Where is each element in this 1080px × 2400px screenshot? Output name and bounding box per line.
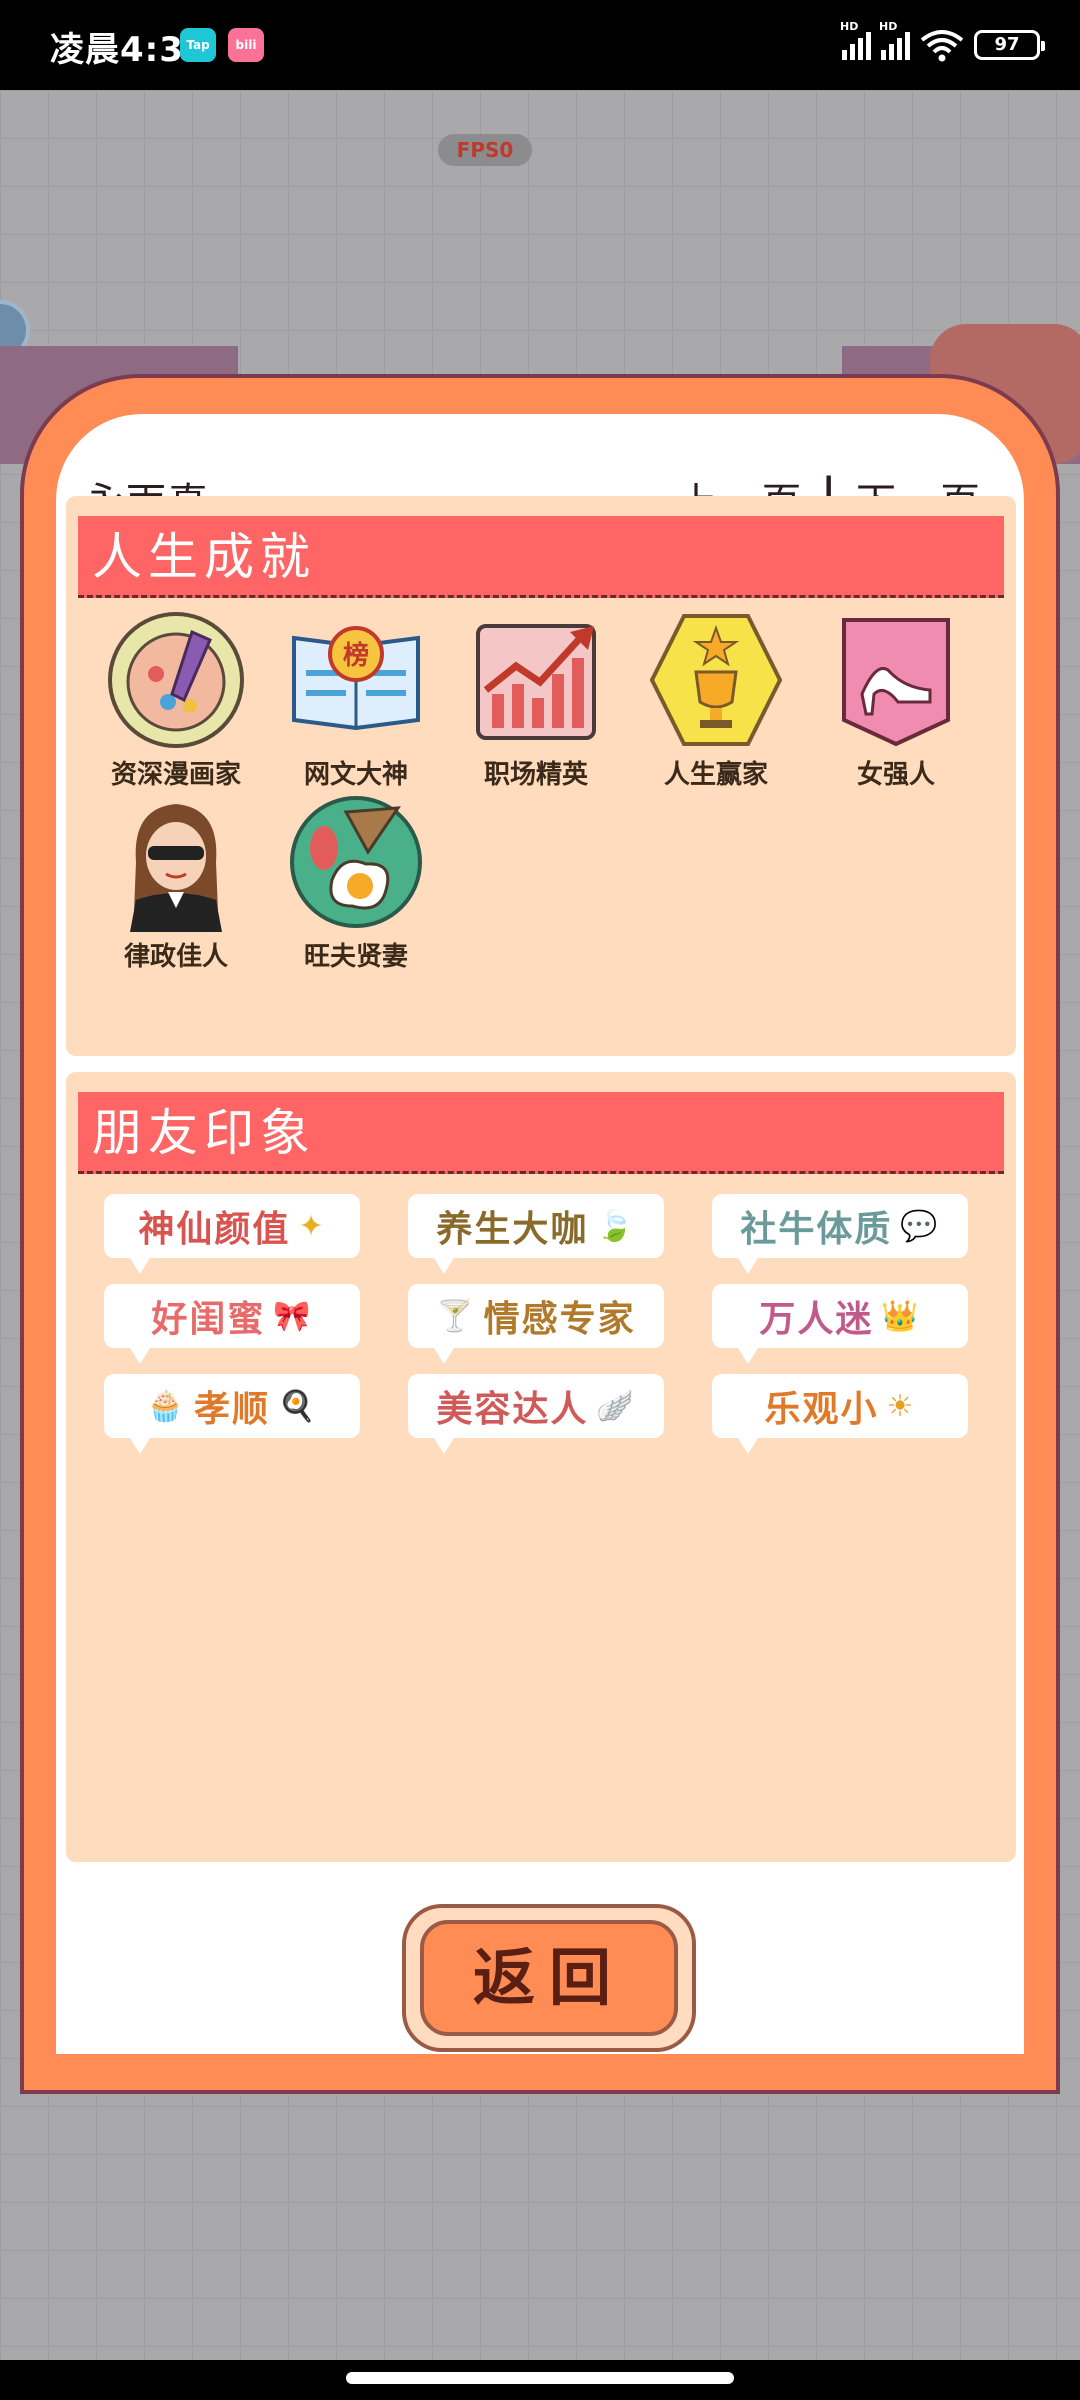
- cupcake-icon: 🧁: [146, 1388, 186, 1424]
- dialog-panel: 永雨真 上一页 | 下一页 人生成就 资深漫画家 榜 网文大神 职场精英 人生赢…: [56, 414, 1024, 2054]
- achievement-item[interactable]: 旺夫贤妻: [276, 792, 436, 973]
- impression-tag: 万人迷 👑: [712, 1284, 968, 1364]
- cocktail-icon: 🍸: [436, 1298, 476, 1334]
- impression-text: 孝顺: [193, 1389, 270, 1430]
- achievement-label: 律政佳人: [123, 942, 228, 972]
- fps-counter: FPS0: [438, 134, 532, 166]
- impression-tag: 神仙颜值 ✦: [104, 1194, 360, 1274]
- back-button[interactable]: 返回: [402, 1904, 696, 2052]
- impression-tag: 乐观小 ☀: [712, 1374, 968, 1454]
- achievement-item[interactable]: 职场精英: [456, 610, 616, 791]
- impression-tag: 🍸 情感专家: [408, 1284, 664, 1364]
- crown-icon: 👑: [881, 1298, 921, 1334]
- speech-bubble-icon: 💬: [900, 1208, 940, 1244]
- signal-icon: HD: [879, 20, 910, 60]
- bilibili-icon: bili: [228, 28, 264, 62]
- impression-text: 美容达人: [436, 1389, 589, 1430]
- wing-icon: 🪽: [596, 1388, 636, 1424]
- achievement-item[interactable]: 资深漫画家: [96, 610, 256, 791]
- impression-text: 神仙颜值: [138, 1209, 291, 1250]
- achievements-section: 人生成就 资深漫画家 榜 网文大神 职场精英 人生赢家 女强人 律政佳人 旺夫贤…: [66, 496, 1016, 1056]
- svg-text:榜: 榜: [343, 640, 369, 671]
- wifi-icon: [920, 30, 964, 62]
- sun-icon: ☀: [886, 1388, 916, 1424]
- high-heel-icon: [842, 618, 950, 747]
- achievement-label: 女强人: [856, 760, 935, 790]
- impression-text: 万人迷: [759, 1299, 874, 1340]
- trophy-icon: [649, 614, 783, 746]
- achievement-label: 资深漫画家: [110, 760, 241, 790]
- status-bar: 凌晨4:32 Tap bili HD HD 97: [0, 0, 1080, 90]
- achievements-title: 人生成就: [78, 516, 1004, 598]
- achievement-item[interactable]: 榜 网文大神: [276, 610, 436, 791]
- achievement-label: 旺夫贤妻: [303, 942, 408, 972]
- impression-tag: 好闺蜜 🎀: [104, 1284, 360, 1364]
- sparkle-icon: ✦: [298, 1208, 326, 1244]
- achievement-label: 人生赢家: [663, 760, 768, 790]
- fried-egg-plate-icon: [290, 796, 422, 928]
- book-ranking-icon: 榜: [292, 626, 420, 731]
- impression-text: 情感专家: [483, 1299, 636, 1340]
- home-indicator[interactable]: [346, 2372, 734, 2384]
- impression-text: 养生大咖: [436, 1209, 589, 1250]
- taptap-icon: Tap: [180, 28, 216, 62]
- profile-dialog: 永雨真 上一页 | 下一页 人生成就 资深漫画家 榜 网文大神 职场精英 人生赢…: [20, 374, 1060, 2094]
- palette-icon: [108, 612, 244, 748]
- impression-tag: 美容达人 🪽: [408, 1374, 664, 1454]
- bow-icon: 🎀: [273, 1298, 313, 1334]
- battery-icon: 97: [974, 30, 1045, 60]
- achievement-item[interactable]: 律政佳人: [96, 792, 256, 973]
- impressions-title: 朋友印象: [78, 1092, 1004, 1174]
- growth-chart-icon: [476, 624, 596, 740]
- impression-text: 乐观小: [764, 1389, 879, 1430]
- impressions-section: 朋友印象 神仙颜值 ✦ 养生大咖 🍃 社牛体质 💬 好闺蜜 🎀 🍸 情感专家 万人迷 👑 🧁…: [66, 1072, 1016, 1862]
- achievement-label: 网文大神: [303, 760, 408, 790]
- impression-tag: 🧁 孝顺 🍳: [104, 1374, 360, 1454]
- achievement-item[interactable]: 女强人: [816, 610, 976, 791]
- impression-tag: 养生大咖 🍃: [408, 1194, 664, 1274]
- impression-text: 社牛体质: [740, 1209, 893, 1250]
- achievement-label: 职场精英: [483, 760, 588, 790]
- fried-egg-icon: 🍳: [278, 1388, 318, 1424]
- impression-tag: 社牛体质 💬: [712, 1194, 968, 1274]
- back-button-label: 返回: [420, 1920, 678, 2036]
- lawyer-woman-icon: [130, 804, 222, 932]
- leaf-icon: 🍃: [596, 1208, 636, 1244]
- impression-text: 好闺蜜: [151, 1299, 266, 1340]
- signal-icon: HD: [840, 20, 871, 60]
- achievement-item[interactable]: 人生赢家: [636, 610, 796, 791]
